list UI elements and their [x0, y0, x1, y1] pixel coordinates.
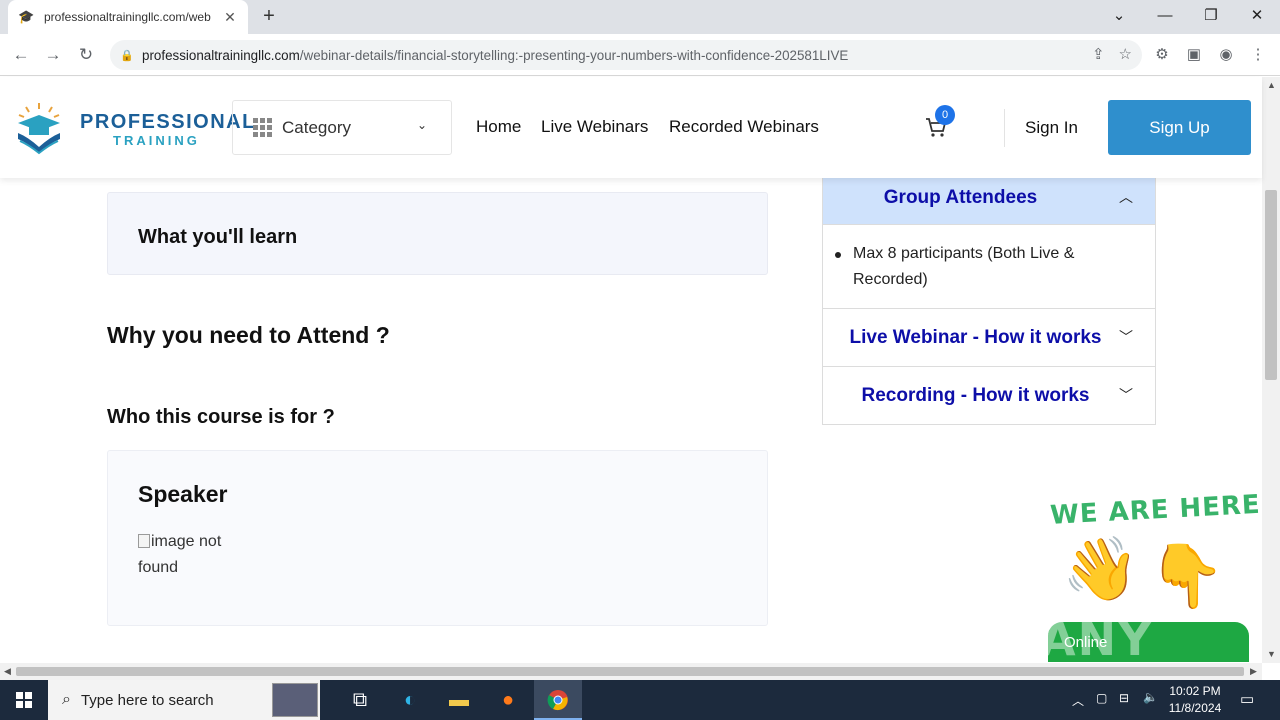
- book-cap-logo-icon: [18, 103, 60, 155]
- volume-icon[interactable]: 🔈: [1143, 690, 1158, 704]
- scroll-right-arrow-icon[interactable]: ▶: [1250, 666, 1257, 677]
- edge-browser-icon[interactable]: ◐: [386, 680, 434, 720]
- back-arrow-icon[interactable]: ←: [8, 42, 34, 68]
- browser-toolbar: ← → ↻ 🔒 professionaltrainingllc.com /web…: [0, 34, 1280, 76]
- taskbar-search-placeholder: Type here to search: [80, 691, 214, 709]
- scroll-left-arrow-icon[interactable]: ◀: [4, 666, 11, 677]
- graduation-cap-favicon-icon: 🎓: [18, 9, 35, 24]
- tab-title: professionaltrainingllc.com/web: [44, 10, 211, 24]
- clock-date: 11/8/2024: [1168, 701, 1222, 715]
- network-icon[interactable]: ⊟: [1119, 691, 1129, 705]
- windows-taskbar: ⌕ Type here to search ⧉ ◐ ▬ ● ︿ ▢ ⊟ 🔈 10…: [0, 680, 1280, 720]
- sign-up-button[interactable]: Sign Up: [1108, 100, 1251, 155]
- nav-live-webinars[interactable]: Live Webinars: [541, 117, 648, 137]
- recording-title: Recording - How it works: [861, 385, 1090, 406]
- bookmark-star-icon[interactable]: ☆: [1119, 45, 1132, 63]
- browser-tab[interactable]: 🎓 professionaltrainingllc.com/web ✕: [8, 0, 248, 34]
- reload-icon[interactable]: ↻: [73, 42, 99, 68]
- chevron-down-icon: ﹀: [1119, 329, 1133, 345]
- browser-tab-strip: 🎓 professionaltrainingllc.com/web ✕ + ⌄ …: [0, 0, 1280, 34]
- browser-menu-icon[interactable]: ⋮: [1245, 42, 1271, 68]
- search-highlight-image-icon: [272, 683, 318, 717]
- header-divider: [1004, 109, 1005, 147]
- sign-in-link[interactable]: Sign In: [1025, 118, 1078, 138]
- speaker-heading: Speaker: [138, 481, 228, 507]
- share-icon[interactable]: ⇪: [1092, 45, 1105, 63]
- pointing-hand-icon[interactable]: 👇: [1148, 540, 1225, 613]
- bullet-icon: [835, 252, 841, 258]
- live-webinar-title: Live Webinar - How it works: [849, 327, 1102, 348]
- we-are-here-headline[interactable]: WE ARE HERE!: [1049, 489, 1274, 531]
- close-tab-icon[interactable]: ✕: [222, 9, 238, 26]
- category-dropdown[interactable]: Category ⌄: [232, 100, 452, 155]
- group-attendees-title: Group Attendees: [883, 187, 1038, 208]
- notifications-icon[interactable]: ▭: [1240, 690, 1254, 708]
- forward-arrow-icon[interactable]: →: [40, 42, 66, 68]
- webinar-options-accordion: Group Attendees ︿ Max 8 participants (Bo…: [822, 168, 1156, 425]
- address-bar[interactable]: 🔒 professionaltrainingllc.com /webinar-d…: [110, 40, 1142, 70]
- file-explorer-icon[interactable]: ▬: [435, 680, 483, 720]
- firefox-icon[interactable]: ●: [484, 680, 532, 720]
- grid-icon: [253, 118, 272, 137]
- extensions-puzzle-icon[interactable]: ⚙: [1149, 42, 1175, 68]
- who-course-for-heading: Who this course is for ?: [107, 406, 335, 428]
- waving-hand-icon[interactable]: 👋: [1062, 533, 1139, 606]
- professional-training-logo[interactable]: PROFESSIONAL TRAINING: [16, 101, 254, 155]
- search-icon: ⌕: [62, 691, 71, 708]
- minimize-button[interactable]: —: [1142, 4, 1188, 30]
- category-label: Category: [282, 117, 351, 137]
- speaker-panel: Speaker image not found: [107, 450, 768, 626]
- broken-image-icon: [138, 534, 150, 548]
- vertical-scroll-thumb[interactable]: [1265, 190, 1277, 380]
- taskbar-search-box[interactable]: ⌕ Type here to search: [48, 680, 320, 720]
- learn-heading: What you'll learn: [138, 226, 298, 248]
- chrome-icon[interactable]: [534, 680, 582, 720]
- site-header: PROFESSIONAL TRAINING Category ⌄ Home Li…: [0, 77, 1262, 178]
- speaker-image-broken: image not found: [138, 529, 248, 581]
- speaker-image-alt: image not found: [138, 533, 222, 576]
- chevron-up-icon: ︿: [1119, 189, 1133, 205]
- tray-device-icon[interactable]: ▢: [1096, 691, 1107, 705]
- url-path: /webinar-details/financial-storytelling:…: [299, 47, 849, 63]
- what-youll-learn-panel: What you'll learn: [107, 192, 768, 275]
- chevron-down-icon: ⌄: [416, 118, 427, 132]
- scroll-up-arrow-icon[interactable]: ▲: [1267, 80, 1276, 90]
- windows-start-icon[interactable]: [0, 680, 48, 720]
- why-attend-heading: Why you need to Attend ?: [107, 322, 390, 348]
- side-panel-icon[interactable]: ▣: [1181, 42, 1207, 68]
- scroll-down-arrow-icon[interactable]: ▼: [1267, 649, 1276, 659]
- logo-title: PROFESSIONAL: [80, 111, 256, 133]
- task-view-icon[interactable]: ⧉: [336, 680, 384, 720]
- horizontal-scroll-thumb[interactable]: [16, 667, 1244, 676]
- chevron-down-icon: ﹀: [1119, 387, 1133, 403]
- live-webinar-how-it-works[interactable]: Live Webinar - How it works ﹀: [823, 309, 1155, 367]
- group-attendees-item: Max 8 participants (Both Live & Recorded…: [853, 245, 1075, 288]
- url-host: professionaltrainingllc.com: [142, 47, 300, 63]
- recording-how-it-works[interactable]: Recording - How it works ﹀: [823, 367, 1155, 425]
- close-window-button[interactable]: ✕: [1234, 4, 1280, 30]
- new-tab-button[interactable]: +: [258, 6, 280, 28]
- group-attendees-body: Max 8 participants (Both Live & Recorded…: [823, 225, 1155, 309]
- profile-avatar-icon[interactable]: ◉: [1213, 42, 1239, 68]
- cart-count-badge: 0: [935, 105, 955, 125]
- chrome-logo: [547, 690, 568, 711]
- clock-time: 10:02 PM: [1169, 684, 1221, 698]
- nav-recorded-webinars[interactable]: Recorded Webinars: [669, 117, 819, 137]
- tray-chevron-up-icon[interactable]: ︿: [1072, 692, 1084, 709]
- nav-home[interactable]: Home: [476, 117, 521, 137]
- taskbar-clock[interactable]: 10:02 PM 11/8/2024: [1160, 683, 1230, 717]
- restore-button[interactable]: ❐: [1188, 4, 1234, 30]
- tab-search-chevron-icon[interactable]: ⌄: [1096, 4, 1142, 30]
- logo-subtitle: TRAINING: [113, 133, 200, 148]
- lock-icon: 🔒: [120, 49, 134, 62]
